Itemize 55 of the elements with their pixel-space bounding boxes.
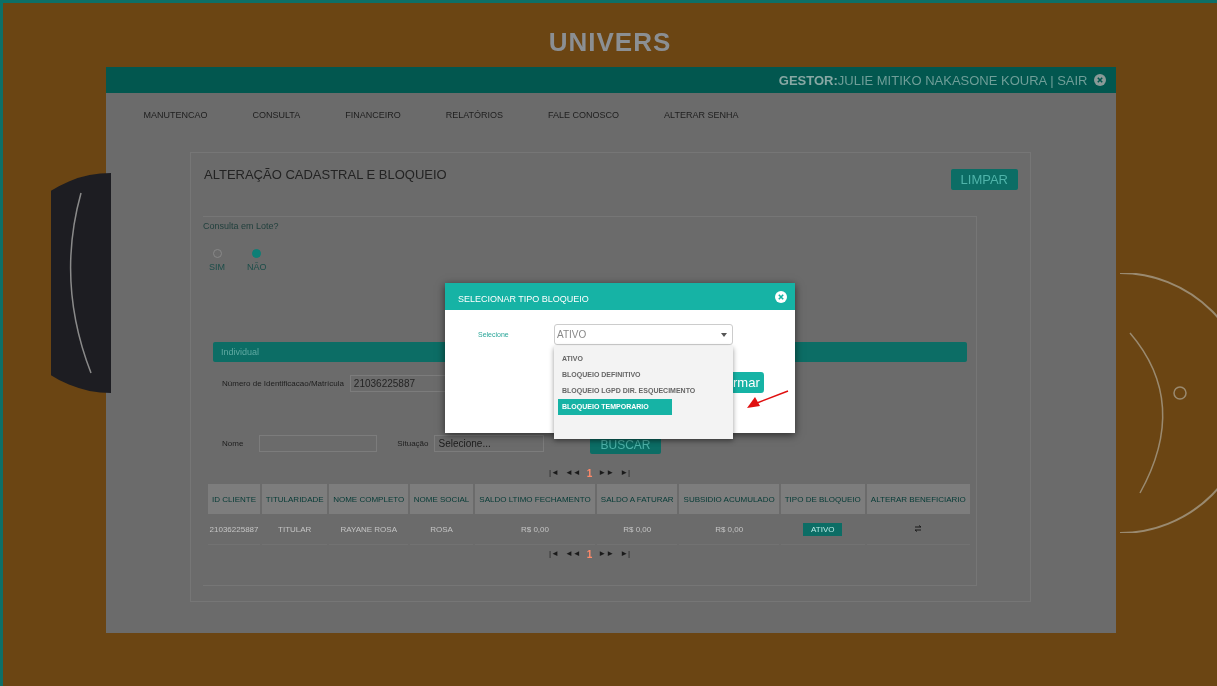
table-cell: TITULAR <box>278 524 312 534</box>
pagination-link[interactable]: ◄◄ <box>564 549 581 560</box>
page-title: ALTERAÇÃO CADASTRAL E BLOQUEIO <box>204 167 447 182</box>
logo-text: UNIVERS <box>548 27 672 59</box>
pagination-link[interactable]: |◄ <box>548 468 559 479</box>
nav-link[interactable]: RELATÓRIOS <box>445 110 504 135</box>
table-cell: RAYANE ROSA <box>340 524 397 534</box>
pointer-arrow <box>745 390 789 410</box>
pagination-link[interactable]: 1 <box>586 468 593 479</box>
pagination-link[interactable]: ►► <box>598 468 615 479</box>
section-title: Individual <box>221 347 260 357</box>
block-type-select[interactable]: ATIVO <box>554 324 733 345</box>
field-label: Nome <box>222 438 244 448</box>
batch-question: Consulta em Lote? <box>203 221 280 231</box>
field-label: Situação <box>397 438 429 448</box>
pagination-link[interactable]: |◄ <box>548 549 559 560</box>
pagination-link[interactable]: ►| <box>620 549 631 560</box>
swap-icon[interactable] <box>914 524 923 532</box>
close-icon[interactable] <box>1093 74 1106 86</box>
nav-link[interactable]: MANUTENCAO <box>143 110 208 135</box>
table-cell: ROSA <box>430 524 453 534</box>
radio-label: NÃO <box>247 262 267 272</box>
column-header: ALTERAR BENEFICIARIO <box>865 484 971 514</box>
table-cell: R$ 0,00 <box>520 524 549 534</box>
nav-link[interactable]: ALTERAR SENHA <box>664 110 739 135</box>
column-header: TIPO DE BLOQUEIO <box>779 484 866 514</box>
column-header: TITULARIDADE <box>261 484 329 514</box>
radio-label: SIM <box>209 262 225 272</box>
column-header: SUBSIDIO ACUMULADO <box>678 484 780 514</box>
column-header: SALDO LTIMO FECHAMENTO <box>474 484 596 514</box>
clear-button[interactable]: LIMPAR <box>950 169 1018 190</box>
column-header: ID CLIENTE <box>208 484 262 514</box>
table-cell: R$ 0,00 <box>623 524 652 534</box>
pagination-link[interactable]: 1 <box>586 549 593 560</box>
nav-link[interactable]: CONSULTA <box>252 110 301 135</box>
nav-link[interactable]: FALE CONOSCO <box>548 110 620 135</box>
status-select[interactable]: Selecione... <box>434 434 545 452</box>
column-header: NOME COMPLETO <box>328 484 410 514</box>
status-badge: ATIVO <box>803 522 843 536</box>
id-input-field[interactable]: 21036225887 <box>349 375 446 392</box>
table-cell: R$ 0,00 <box>715 524 744 534</box>
modal-title: SELECIONAR TIPO BLOQUEIO <box>458 293 589 304</box>
caret-icon <box>721 332 727 337</box>
pagination-link[interactable]: ►► <box>598 549 615 560</box>
nav-link[interactable]: FINANCEIRO <box>345 110 401 135</box>
pagination-link[interactable]: ►| <box>620 468 631 479</box>
field-label: Número de Identificacao/Matrícula <box>222 379 344 388</box>
column-header: SALDO A FATURAR <box>595 484 679 514</box>
confirm-button[interactable]: rmar <box>733 372 764 393</box>
close-icon[interactable] <box>775 290 787 303</box>
column-header: NOME SOCIAL <box>409 484 475 514</box>
user-info: GESTOR:JULIE MITIKO NAKASONE KOURA | SAIR <box>778 72 1088 88</box>
table-cell: 21036225887 <box>209 524 259 534</box>
radio-button[interactable] <box>252 249 262 258</box>
pagination-link[interactable]: ◄◄ <box>564 468 581 479</box>
